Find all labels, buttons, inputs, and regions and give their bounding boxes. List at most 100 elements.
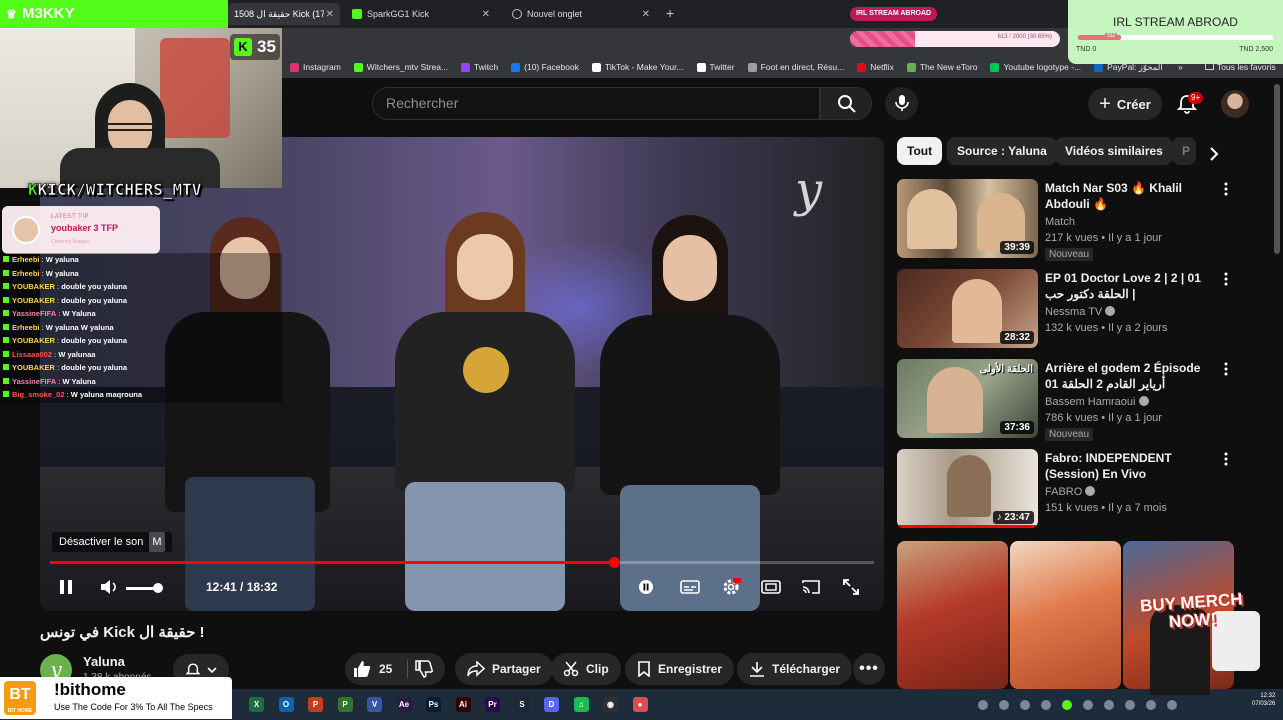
spotify-icon[interactable]: ♫: [573, 697, 589, 712]
chip-source[interactable]: Source : Yaluna: [947, 137, 1057, 165]
bookmark-item[interactable]: Youtube logotype -...: [990, 62, 1081, 72]
tab-sparkgg1[interactable]: SparkGG1 Kick ✕: [346, 3, 496, 25]
recommended-video[interactable]: 28:32 EP 01 Doctor Love 2 | 2 | 01 الحلق…: [897, 269, 1237, 351]
browser-app-icon[interactable]: ●: [632, 697, 648, 712]
video-thumbnail[interactable]: 39:39: [897, 179, 1038, 258]
video-title[interactable]: Fabro: INDEPENDENT (Session) En Vivo: [1045, 450, 1215, 482]
powerpoint-icon[interactable]: P: [308, 697, 323, 712]
steam-icon[interactable]: S: [514, 697, 530, 712]
bookmark-favicon-icon: [990, 62, 1000, 72]
photoshop-icon[interactable]: Ps: [426, 697, 441, 712]
chevron-down-icon: [207, 667, 217, 674]
subtitles-button[interactable]: [678, 575, 702, 599]
share-button[interactable]: Partager: [455, 653, 553, 685]
chat-badge-icon: [3, 269, 9, 276]
bookmark-item[interactable]: Netflix: [857, 62, 894, 72]
discord-icon[interactable]: D: [544, 697, 559, 712]
globe-icon: [512, 9, 522, 19]
bookmark-item[interactable]: Instagram: [290, 62, 341, 72]
premiere-icon[interactable]: Pr: [485, 697, 500, 712]
visio-icon[interactable]: V: [367, 697, 382, 712]
channel-name[interactable]: Yaluna: [83, 654, 125, 669]
like-button[interactable]: 25: [353, 653, 392, 685]
video-channel[interactable]: Match: [1045, 216, 1075, 228]
search-input[interactable]: Rechercher: [372, 87, 820, 120]
video-thumbnail[interactable]: ♪ 23:47: [897, 449, 1038, 528]
save-button[interactable]: Enregistrer: [625, 653, 735, 685]
recommended-video[interactable]: ♪ 23:47 Fabro: INDEPENDENT (Session) En …: [897, 449, 1237, 531]
recommended-video[interactable]: الحلقة الأولى 37:36 Arrière el godem 2 É…: [897, 359, 1237, 441]
more-vertical-icon[interactable]: [1222, 181, 1230, 197]
more-actions-button[interactable]: •••: [853, 653, 885, 685]
theater-mode-button[interactable]: [759, 575, 783, 599]
system-tray-icon[interactable]: [1167, 700, 1177, 710]
video-thumbnail[interactable]: الحلقة الأولى 37:36: [897, 359, 1038, 438]
system-tray-icon[interactable]: [978, 700, 988, 710]
new-tab-icon[interactable]: +: [666, 5, 674, 21]
chip-partial[interactable]: P: [1172, 137, 1196, 165]
more-vertical-icon[interactable]: [1222, 361, 1230, 377]
autoplay-toggle[interactable]: [635, 575, 657, 599]
chat-text: W yaluna: [45, 268, 79, 278]
video-channel[interactable]: Bassem Hamraoui: [1045, 396, 1149, 408]
bookmark-item[interactable]: Foot en direct, Résu...: [747, 62, 844, 72]
more-vertical-icon[interactable]: [1222, 451, 1230, 467]
close-tab-icon[interactable]: ✕: [642, 9, 650, 20]
video-meta: 132 k vues • Il y a 2 jours: [1045, 322, 1168, 334]
system-tray-icon[interactable]: [1083, 700, 1093, 710]
fullscreen-button[interactable]: [839, 575, 863, 599]
chevron-right-icon[interactable]: [1204, 144, 1224, 164]
account-avatar[interactable]: [1221, 90, 1249, 118]
seek-bar[interactable]: [50, 557, 874, 568]
pause-button[interactable]: [54, 575, 78, 599]
bookmark-item[interactable]: TikTok - Make Your...: [591, 62, 684, 72]
system-tray-icon[interactable]: [1125, 700, 1135, 710]
dislike-button[interactable]: [415, 660, 433, 683]
chip-all[interactable]: Tout: [897, 137, 943, 165]
project-icon[interactable]: P: [337, 697, 353, 712]
system-tray-icon[interactable]: [999, 700, 1009, 710]
recommended-video[interactable]: 39:39 Match Nar S03 🔥 Khalil Abdouli 🔥 M…: [897, 179, 1237, 261]
video-title[interactable]: Arrière el godem 2 Épisode 01 أرياير الق…: [1045, 360, 1215, 392]
bookmark-item[interactable]: Witchers_mtv Strea...: [353, 62, 448, 72]
tab-kick-video[interactable]: 1508 حقيقة ال Kick في (173) ✕: [228, 3, 340, 25]
video-channel[interactable]: FABRO: [1045, 486, 1096, 498]
settings-button[interactable]: [719, 575, 743, 599]
system-tray-icon[interactable]: [1041, 700, 1051, 710]
close-tab-icon[interactable]: ✕: [326, 9, 334, 20]
bookmark-item[interactable]: Twitter: [696, 62, 735, 72]
bookmark-favicon-icon: [511, 62, 521, 72]
video-thumbnail[interactable]: 28:32: [897, 269, 1038, 348]
video-channel[interactable]: Nessma TV: [1045, 306, 1116, 318]
tab-new[interactable]: Nouvel onglet ✕: [506, 3, 656, 25]
cast-button[interactable]: [799, 575, 823, 599]
chat-text: W yaluna maqrouna: [70, 390, 143, 399]
system-tray-icon[interactable]: [1020, 700, 1030, 710]
after-effects-icon[interactable]: Ae: [396, 697, 412, 712]
close-tab-icon[interactable]: ✕: [482, 9, 490, 20]
video-title[interactable]: Match Nar S03 🔥 Khalil Abdouli 🔥: [1045, 180, 1215, 212]
obs-icon[interactable]: ◉: [603, 697, 618, 712]
system-tray-icon[interactable]: [1146, 700, 1156, 710]
short-thumbnail[interactable]: [1010, 541, 1121, 689]
voice-search-button[interactable]: [885, 87, 918, 120]
bookmark-item[interactable]: The New eToro: [906, 62, 977, 72]
bookmark-item[interactable]: (10) Facebook: [511, 62, 579, 72]
video-title[interactable]: EP 01 Doctor Love 2 | 2 | 01 الحلقة دكتو…: [1045, 270, 1215, 302]
short-thumbnail[interactable]: [897, 541, 1008, 689]
chip-related[interactable]: Vidéos similaires: [1055, 137, 1173, 165]
download-button[interactable]: Télécharger: [737, 653, 853, 685]
system-tray-icon[interactable]: [1062, 700, 1072, 710]
clip-button[interactable]: Clip: [551, 653, 621, 685]
create-button[interactable]: + Créer: [1088, 88, 1162, 120]
mute-button[interactable]: [96, 575, 122, 599]
more-vertical-icon[interactable]: [1222, 271, 1230, 287]
excel-icon[interactable]: X: [249, 697, 264, 712]
bookmark-item[interactable]: Twitch: [461, 62, 498, 72]
outlook-icon[interactable]: O: [278, 697, 294, 712]
page-scrollbar[interactable]: [1274, 84, 1280, 254]
system-tray-icon[interactable]: [1104, 700, 1114, 710]
search-button[interactable]: [820, 87, 872, 120]
chat-text: W yaluna W yaluna: [45, 322, 114, 332]
illustrator-icon[interactable]: Ai: [455, 697, 471, 712]
